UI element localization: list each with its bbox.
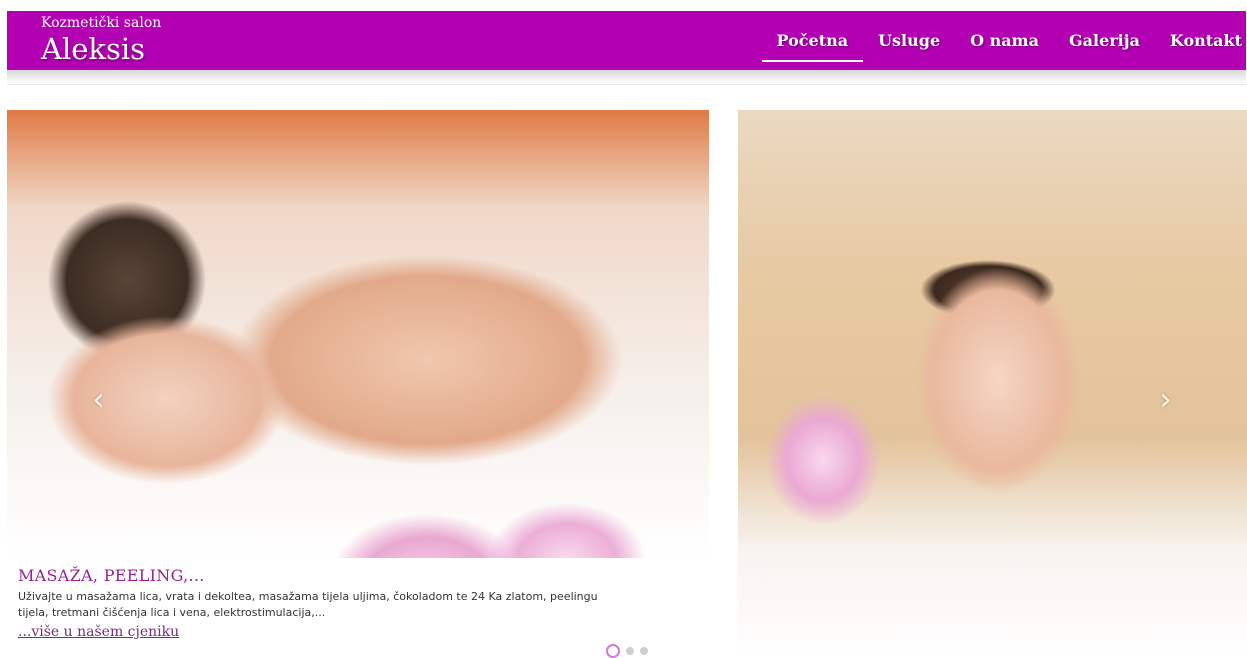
nav-item-pocetna[interactable]: Početna (761, 11, 864, 70)
site-header: Kozmetički salon Aleksis Početna Usluge … (7, 11, 1246, 70)
slide-image-back-massage: ‹ (7, 110, 709, 558)
caption-text: Uživajte u masažama lica, vrata i dekolt… (18, 590, 598, 619)
header-shadow (7, 70, 1246, 85)
caption-title: MASAŽA, PEELING,... (18, 566, 205, 585)
slider-dot-2[interactable] (626, 647, 634, 655)
slide-image-face-massage: › (738, 110, 1247, 658)
nav-item-kontakt[interactable]: Kontakt (1155, 11, 1246, 70)
slider-dot-3[interactable] (640, 647, 648, 655)
price-list-link[interactable]: ...više u našem cjeniku (18, 624, 179, 640)
chevron-right-icon[interactable]: › (1159, 380, 1172, 418)
nav-item-o-nama[interactable]: O nama (955, 11, 1054, 70)
chevron-left-icon[interactable]: ‹ (92, 380, 105, 418)
slider-dot-1[interactable] (606, 644, 620, 658)
page: Kozmetički salon Aleksis Početna Usluge … (0, 0, 1247, 658)
nav-item-galerija[interactable]: Galerija (1054, 11, 1155, 70)
brand-name[interactable]: Aleksis (41, 31, 145, 67)
slider-dots (606, 644, 648, 658)
main-nav: Početna Usluge O nama Galerija Kontakt (761, 11, 1247, 70)
nav-item-usluge[interactable]: Usluge (863, 11, 955, 70)
slide-caption: MASAŽA, PEELING,... Uživajte u masažama … (18, 566, 708, 640)
brand-subtitle: Kozmetički salon (41, 15, 162, 31)
